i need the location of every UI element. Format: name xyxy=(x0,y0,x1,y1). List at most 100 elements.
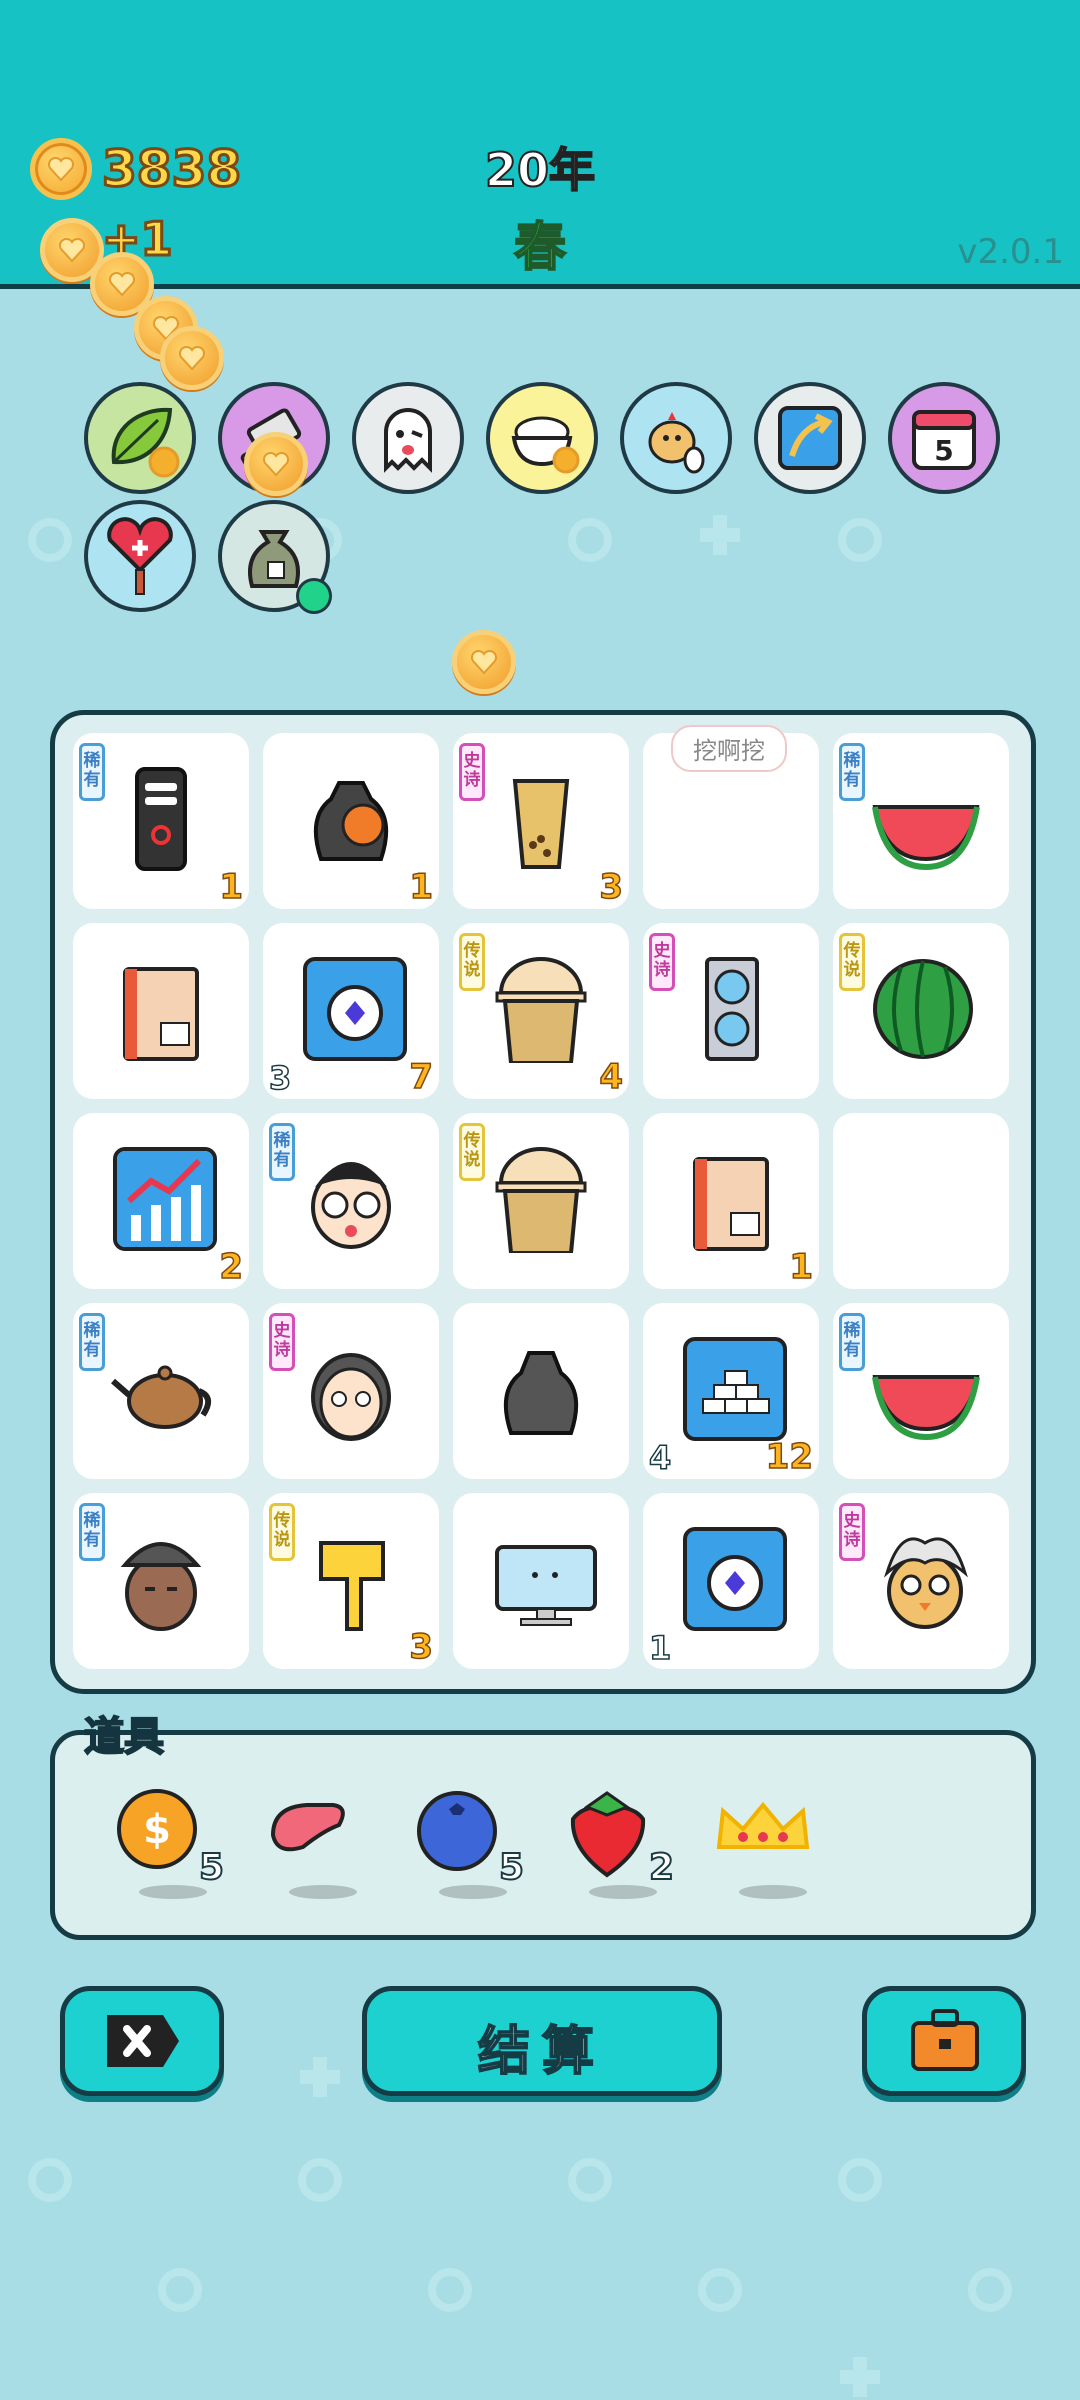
chick-relic-icon[interactable] xyxy=(620,382,732,494)
rarity-tag: 稀有 xyxy=(269,1123,295,1181)
calendar-relic-icon[interactable]: 5 xyxy=(888,382,1000,494)
pointing-hand-icon xyxy=(319,1541,385,1631)
milk-tea-cup-icon xyxy=(495,1147,587,1253)
rarity-tag: 传说 xyxy=(839,933,865,991)
board-cell[interactable]: 1 xyxy=(263,733,439,909)
gold-bars-card-icon xyxy=(683,1337,787,1441)
blue-arrow-relic-icon[interactable] xyxy=(754,382,866,494)
prop-count: 5 xyxy=(198,1846,225,1889)
rarity-tag: 稀有 xyxy=(839,743,865,801)
heart-potion-relic-icon[interactable] xyxy=(84,500,196,612)
ghost-relic-icon[interactable] xyxy=(352,382,464,494)
props-panel: $ 5 5 2 xyxy=(50,1730,1036,1940)
item-count: 3 xyxy=(409,1626,434,1668)
board-cell[interactable]: 传说 xyxy=(833,923,1009,1099)
item-level: 1 xyxy=(648,1628,672,1668)
item-level: 4 xyxy=(648,1438,672,1478)
stopwatch-card-icon xyxy=(683,1527,787,1631)
milk-tea-cup-icon xyxy=(495,957,587,1063)
board-cell[interactable]: 传说 3 xyxy=(263,1493,439,1669)
board-cell[interactable] xyxy=(453,1303,629,1479)
prop-count: 2 xyxy=(648,1846,675,1889)
rarity-tag: 传说 xyxy=(269,1503,295,1561)
board-cell[interactable]: 史诗 3 xyxy=(453,733,629,909)
rarity-tag: 传说 xyxy=(459,1123,485,1181)
item-level: 3 xyxy=(268,1058,292,1098)
rarity-tag: 稀有 xyxy=(79,743,105,801)
computer-monitor-icon xyxy=(495,1545,597,1626)
rarity-tag: 稀有 xyxy=(79,1503,105,1561)
settle-button-label: 结算 xyxy=(477,2021,606,2083)
teapot-icon xyxy=(111,1365,212,1429)
grandpa-chick-icon xyxy=(883,1537,968,1629)
board-cell[interactable]: 稀有 xyxy=(73,1303,249,1479)
top-hud: 3838 +1 20年 春 v2.0.1 xyxy=(0,0,1080,289)
board-cell[interactable]: 稀有 xyxy=(833,1303,1009,1479)
bubble-tea-icon xyxy=(512,779,570,869)
board-cell[interactable]: 2 xyxy=(73,1113,249,1289)
money-bag-relic-icon[interactable] xyxy=(218,500,332,614)
svg-text:$: $ xyxy=(143,1807,171,1853)
flying-coin-icon xyxy=(452,630,516,694)
rarity-tag: 稀有 xyxy=(79,1313,105,1371)
board-cell[interactable]: 稀有 1 xyxy=(73,733,249,909)
rarity-tag: 史诗 xyxy=(269,1313,295,1371)
rarity-tag: 传说 xyxy=(459,933,485,991)
bag-button[interactable] xyxy=(862,1986,1026,2096)
rice-bowl-relic-icon[interactable] xyxy=(486,382,598,494)
board-cell[interactable]: 传说 xyxy=(453,1113,629,1289)
trash-bag-basketball-icon xyxy=(313,781,389,861)
blueberry-icon[interactable]: 5 xyxy=(413,1785,533,1915)
phone-icon xyxy=(135,767,187,871)
board-cell[interactable]: 稀有 xyxy=(833,733,1009,909)
cardboard-box-icon xyxy=(693,1157,769,1251)
board-cell[interactable]: 史诗 xyxy=(643,923,819,1099)
leaf-relic-icon[interactable] xyxy=(84,382,196,494)
growth-chart-icon xyxy=(113,1147,217,1251)
long-hair-face-icon xyxy=(311,1353,391,1441)
strawberry-icon[interactable]: 2 xyxy=(563,1785,683,1915)
whole-watermelon-icon xyxy=(873,959,973,1059)
empty-cell[interactable]: 挖啊挖 xyxy=(643,725,819,909)
rarity-tag: 稀有 xyxy=(839,1313,865,1371)
item-count: 12 xyxy=(765,1436,814,1478)
item-count: 3 xyxy=(599,866,624,908)
calendar-day-number: 5 xyxy=(934,434,953,467)
board-cell[interactable]: 稀有 xyxy=(263,1113,439,1289)
board-cell[interactable]: 73 xyxy=(263,923,439,1099)
item-count: 1 xyxy=(789,1246,814,1288)
board-cell[interactable]: 史诗 xyxy=(263,1303,439,1479)
board-cell[interactable]: 传说 4 xyxy=(453,923,629,1099)
watermelon-slice-icon xyxy=(872,805,980,871)
graphics-card-icon xyxy=(705,957,759,1061)
version-label: v2.0.1 xyxy=(957,232,1064,272)
board-cell[interactable]: 稀有 xyxy=(73,1493,249,1669)
board-cell[interactable] xyxy=(73,923,249,1099)
board-cell[interactable]: 史诗 xyxy=(833,1493,1009,1669)
props-title: 道具 xyxy=(83,1713,165,1761)
flying-coin-icon xyxy=(160,326,224,390)
item-count: 1 xyxy=(409,866,434,908)
rarity-tag: 史诗 xyxy=(649,933,675,991)
board-cell[interactable]: 12 4 xyxy=(643,1303,819,1479)
board-cell[interactable]: 1 xyxy=(643,1113,819,1289)
close-button[interactable] xyxy=(60,1986,224,2096)
briefcase-icon xyxy=(911,2009,979,2071)
liver-icon[interactable] xyxy=(263,1785,383,1915)
board-cell[interactable]: 1 xyxy=(643,1493,819,1669)
close-icon xyxy=(107,2015,179,2067)
flying-coin-icon xyxy=(244,432,308,496)
year-label: 20年 xyxy=(484,142,596,198)
trash-bag-icon xyxy=(503,1351,579,1435)
item-count: 1 xyxy=(219,866,244,908)
season-label: 春 xyxy=(513,217,567,279)
settle-button[interactable]: 结算 xyxy=(362,1986,722,2096)
dollar-coin-icon[interactable]: $ 5 xyxy=(113,1785,233,1915)
board-cell[interactable] xyxy=(453,1493,629,1669)
item-count: 2 xyxy=(219,1246,244,1288)
cardboard-box-icon xyxy=(123,967,199,1061)
status-dot xyxy=(296,578,332,614)
item-board: 稀有 1 1 史诗 3 挖啊挖 稀有 7 3 传说 4 史诗 传说 2 稀有 传说 1 稀有 史诗 12 4 稀有 稀有 传说… xyxy=(50,710,1036,1694)
crown-icon[interactable] xyxy=(713,1785,833,1915)
empty-cell[interactable] xyxy=(833,1113,1009,1289)
